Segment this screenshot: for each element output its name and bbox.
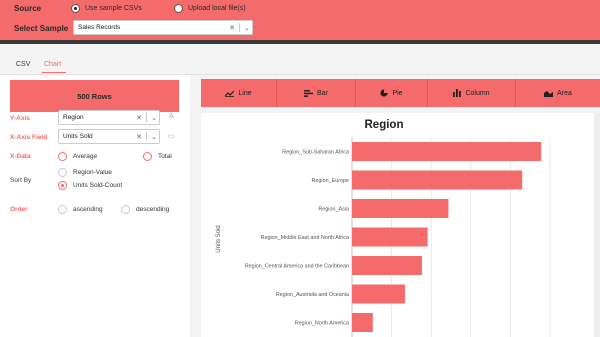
order-option-ascending[interactable]: ascending [58,205,103,214]
tab-csv[interactable]: CSV [16,61,30,68]
select-separator [146,113,147,122]
row-count-box: 500 Rows [10,80,179,112]
source-option-sample[interactable]: Use sample CSVs [71,4,142,13]
radio-unselected-icon [121,205,130,214]
row-count-label: 500 Rows [77,91,112,101]
equals-icon[interactable]: ▭ [168,132,175,140]
radio-unselected-icon [58,205,67,214]
x-data-option-total-label: Total [158,153,172,160]
bar[interactable] [352,256,422,275]
bar[interactable] [352,170,523,190]
radio-unselected-icon [174,4,183,13]
order-option-descending-label: descending [136,206,170,213]
x-axis-field-value: Units Sold [63,133,93,140]
select-separator [239,23,240,32]
order-label: Order [10,206,28,213]
category-label: Region_Asia [318,207,349,213]
bar[interactable] [352,284,405,304]
radio-unselected-icon [58,168,67,177]
category-label: Region_Central America and the Caribbean [245,264,349,270]
chart-type-column-button[interactable]: Column [427,79,515,107]
bar-chart: Region_Sub-Saharan Africa Region_Europe Re… [245,137,551,337]
x-data-option-total[interactable]: Total [143,152,172,161]
chart-type-pie-label: Pie [392,89,403,97]
area-chart-icon [544,90,554,97]
sort-option-units-count[interactable]: Units Sold-Count [58,181,122,190]
clear-icon[interactable]: ✕ [134,114,144,122]
sort-option-region-value[interactable]: Region-Value [58,168,112,177]
chart-scrollbar[interactable] [594,113,600,337]
category-label: Region_Europe [312,178,349,184]
y-axis-select[interactable]: Region ✕ ⌄ [58,110,160,125]
clear-icon[interactable]: ✕ [227,24,237,32]
chevron-down-icon[interactable]: ⌄ [149,114,159,122]
category-label: Region_Sub-Saharan Africa [282,150,349,156]
select-sample-label: Select Sample [14,24,69,33]
tab-chart[interactable]: Chart [44,61,61,68]
radio-selected-icon [58,181,67,190]
bar[interactable] [352,313,373,332]
select-sample-value: Sales Records [78,24,121,31]
chart-type-area-button[interactable]: Area [515,79,600,107]
chart-type-line-button[interactable]: Line [201,79,276,107]
text-format-icon[interactable]: A [169,113,174,120]
sort-by-label: Sort By [10,177,32,184]
radio-selected-icon [71,4,80,13]
bar[interactable] [352,199,449,218]
chart-type-bar-label: Bar [317,89,328,97]
chart-type-toolbar: Line Bar Pie Column Area [201,79,600,107]
chart-type-line-label: Line [238,89,252,97]
select-sample-dropdown[interactable]: Sales Records ✕ ⌄ [73,20,253,35]
source-option-upload[interactable]: Upload local file(s) [174,4,246,13]
y-axis-value: Region [63,114,84,121]
bar-chart-icon [304,89,314,97]
radio-unselected-icon [143,152,152,161]
sort-option-units-count-label: Units Sold-Count [73,182,123,189]
order-option-ascending-label: ascending [73,206,103,213]
chevron-down-icon[interactable]: ⌄ [149,133,159,141]
x-data-option-average-label: Average [73,153,98,160]
header-shadow [0,40,600,44]
x-data-label: X-Data [10,153,31,160]
x-data-option-average[interactable]: Average [58,152,97,161]
x-axis-field-label: X-Axis Field [10,134,48,141]
source-option-upload-label: Upload local file(s) [188,5,246,12]
chart-type-bar-button[interactable]: Bar [276,79,355,107]
select-separator [146,132,147,141]
column-chart-icon [453,89,462,97]
bar[interactable] [352,227,428,247]
category-label: Region_Middle East and North Africa [261,235,349,241]
chart-type-column-label: Column [465,89,490,97]
chart-type-pie-button[interactable]: Pie [355,79,427,107]
category-label: Region_Australia and Oceania [276,292,349,298]
source-option-sample-label: Use sample CSVs [85,5,142,12]
active-tab-indicator [42,72,66,73]
pie-chart-icon [380,89,389,97]
clear-icon[interactable]: ✕ [134,133,144,141]
line-chart-icon [225,90,235,97]
source-label: Source [14,4,42,13]
chart-type-area-label: Area [557,89,572,97]
y-axis-label: Y-Axis [10,115,30,122]
radio-unselected-icon [58,152,67,161]
sort-option-region-value-label: Region-Value [73,169,112,176]
bar[interactable] [352,142,542,161]
x-axis-field-select[interactable]: Units Sold ✕ ⌄ [58,129,160,144]
order-option-descending[interactable]: descending [121,205,169,214]
category-label: Region_North America [295,321,349,327]
chevron-down-icon[interactable]: ⌄ [242,24,252,32]
